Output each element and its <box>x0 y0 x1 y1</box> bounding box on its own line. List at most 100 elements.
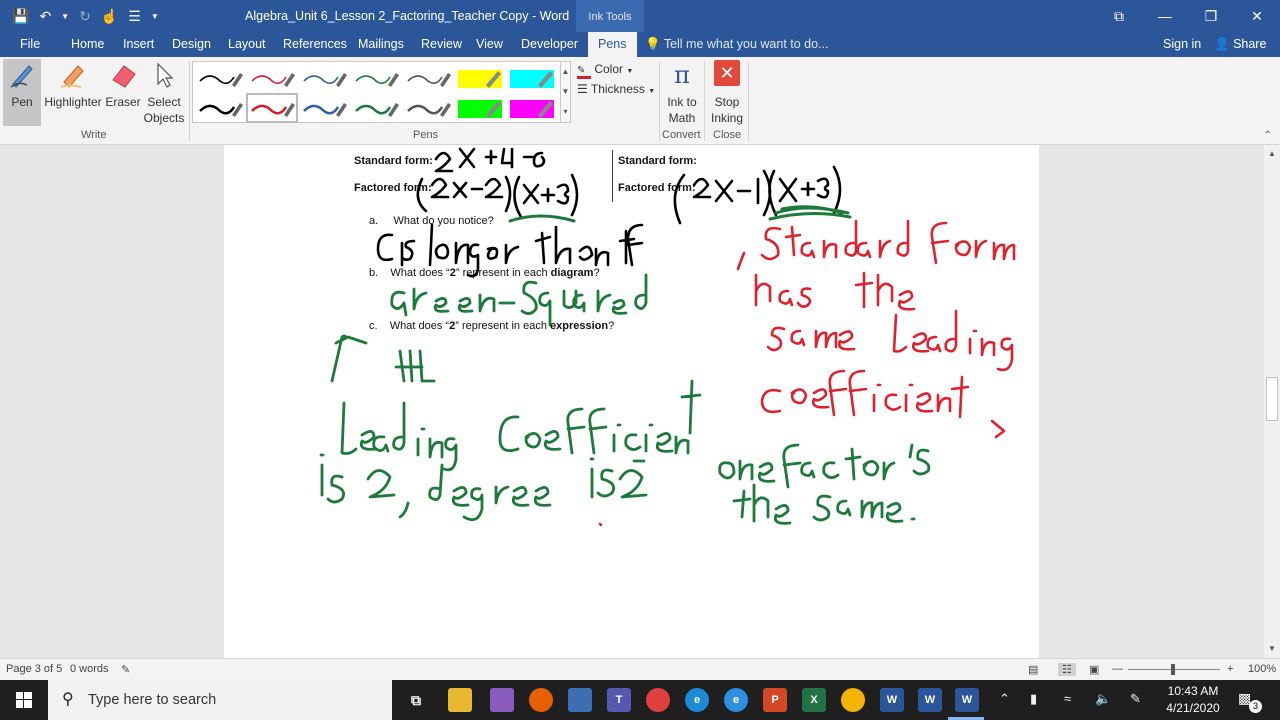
tab-layout[interactable]: Layout <box>228 32 266 57</box>
pen-stroke-icon <box>251 103 295 117</box>
proofing-icon[interactable]: ✎ <box>121 663 130 676</box>
share-button[interactable]: 👤 Share <box>1214 32 1266 57</box>
excel-icon[interactable]: X <box>802 688 826 712</box>
select-label-2: Objects <box>143 111 185 125</box>
ink-annotations[interactable] <box>224 145 1039 658</box>
scroll-up-icon[interactable]: ▲ <box>1264 147 1280 161</box>
firefox-icon[interactable] <box>529 688 553 712</box>
start-button[interactable] <box>0 680 48 720</box>
paint-icon[interactable] <box>490 688 514 712</box>
zoom-level[interactable]: 100% <box>1248 663 1276 675</box>
document-page[interactable]: Standard form: Factored form: Standard f… <box>224 145 1039 658</box>
pen-swatch[interactable] <box>246 93 298 123</box>
zoom-out-icon[interactable]: — <box>1112 663 1123 675</box>
web-layout-icon[interactable]: ▣ <box>1089 663 1099 676</box>
undo-dropdown-icon[interactable]: ▼ <box>61 12 69 21</box>
vertical-scrollbar[interactable]: ▲ ▼ <box>1264 145 1280 658</box>
volume-icon[interactable]: 🔈 <box>1095 691 1111 707</box>
list-icon[interactable]: ☰ <box>128 8 141 25</box>
thickness-button[interactable]: ☰ Thickness ▼ <box>577 82 655 96</box>
pen-stroke-icon <box>251 73 295 87</box>
color-button[interactable]: ✎ Color ▼ <box>577 62 633 79</box>
zoom-in-icon[interactable]: + <box>1227 663 1233 675</box>
pen-swatch[interactable] <box>404 95 452 121</box>
scroll-thumb[interactable] <box>1266 377 1278 421</box>
tab-review[interactable]: Review <box>421 32 462 57</box>
tab-pens[interactable]: Pens <box>588 32 637 57</box>
eraser-button[interactable]: Eraser <box>104 60 142 110</box>
word-icon-2[interactable]: W <box>918 688 942 712</box>
pen-workspace-icon[interactable]: ✎ <box>1130 691 1141 707</box>
restore-icon[interactable]: ❐ <box>1188 0 1234 32</box>
word-count[interactable]: 0 words <box>70 663 109 675</box>
document-area: Standard form: Factored form: Standard f… <box>0 145 1264 658</box>
chrome-icon[interactable] <box>841 688 865 712</box>
collapse-ribbon-icon[interactable]: ⌃ <box>1264 130 1272 141</box>
battery-icon[interactable]: ▮ <box>1030 691 1037 707</box>
pen-swatch[interactable] <box>404 65 452 91</box>
zoom-slider-thumb[interactable] <box>1171 664 1175 675</box>
calculator-icon[interactable] <box>568 688 592 712</box>
tab-developer[interactable]: Developer <box>521 32 578 57</box>
tab-mailings[interactable]: Mailings <box>358 32 404 57</box>
pen-swatch[interactable] <box>508 95 556 121</box>
redo-icon[interactable]: ↻ <box>79 8 91 25</box>
internet-explorer-icon[interactable]: e <box>724 688 748 712</box>
customize-qat-icon[interactable]: ▼ <box>151 12 159 21</box>
word-icon-active[interactable]: W <box>955 688 979 712</box>
tab-references[interactable]: References <box>283 32 347 57</box>
task-view-icon[interactable]: ⧉ <box>404 688 428 712</box>
touch-mode-icon[interactable]: ☝ <box>101 8 118 25</box>
tell-me-search[interactable]: 💡 Tell me what you want to do... <box>645 32 829 57</box>
tab-design[interactable]: Design <box>172 32 211 57</box>
system-clock[interactable]: 10:43 AM 4/21/2020 <box>1158 683 1228 717</box>
taskbar-search[interactable]: ⚲ Type here to search <box>48 680 392 720</box>
tab-insert[interactable]: Insert <box>123 32 154 57</box>
ribbon-display-options-icon[interactable]: ⧉ <box>1096 0 1142 32</box>
save-icon[interactable]: 💾 <box>12 8 29 25</box>
teams-icon[interactable]: T <box>607 688 631 712</box>
pen-swatch[interactable] <box>508 65 556 91</box>
ink-red-standard-form <box>736 219 1016 439</box>
pen-swatch[interactable] <box>352 95 400 121</box>
powerpoint-icon[interactable]: P <box>763 688 787 712</box>
file-explorer-icon[interactable] <box>448 688 472 712</box>
word-icon-1[interactable]: W <box>880 688 904 712</box>
highlighter-button[interactable]: Highlighter <box>43 60 103 110</box>
pen-swatch[interactable] <box>248 65 296 91</box>
pen-swatch[interactable] <box>196 65 244 91</box>
show-hidden-icons-icon[interactable]: ⌃ <box>999 691 1010 707</box>
tab-file[interactable]: File <box>20 32 40 57</box>
tab-view[interactable]: View <box>476 32 503 57</box>
pen-swatch[interactable] <box>300 65 348 91</box>
select-objects-button[interactable]: Select Objects <box>142 60 186 126</box>
highlighter-pen-icon <box>458 100 502 118</box>
sign-in-link[interactable]: Sign in <box>1163 32 1201 57</box>
minimize-icon[interactable]: — <box>1142 0 1188 32</box>
edge-icon[interactable]: e <box>685 688 709 712</box>
read-mode-icon[interactable]: ▤ <box>1028 663 1038 676</box>
ink-green-is-2-degree <box>319 453 648 522</box>
pen-swatch[interactable] <box>456 65 504 91</box>
stop-inking-label-2: Inking <box>710 111 744 125</box>
notification-count: 3 <box>1249 700 1262 713</box>
gallery-scroll[interactable]: ▲ ▼ ▾ <box>560 61 571 123</box>
print-layout-icon[interactable]: ☷ <box>1058 663 1076 676</box>
pi-icon: π <box>674 61 690 89</box>
screencast-icon[interactable] <box>646 688 670 712</box>
undo-icon[interactable]: ↶ <box>39 8 51 25</box>
pen-button[interactable]: Pen <box>3 60 41 110</box>
page-count[interactable]: Page 3 of 5 <box>6 663 62 675</box>
pen-swatch[interactable] <box>300 95 348 121</box>
ink-to-math-label-2: Math <box>668 111 696 125</box>
ink-to-math-button[interactable]: π Ink to Math <box>661 60 703 126</box>
scroll-down-icon[interactable]: ▼ <box>1264 642 1280 656</box>
stop-inking-button[interactable]: ✕ Stop Inking <box>706 60 748 126</box>
close-icon[interactable]: ✕ <box>1234 0 1280 32</box>
wifi-icon[interactable]: ≈ <box>1064 691 1071 706</box>
tab-home[interactable]: Home <box>71 32 104 57</box>
pen-swatch[interactable] <box>196 95 244 121</box>
pen-swatch[interactable] <box>456 95 504 121</box>
ribbon: Pen Highlighter Eraser Select Objects Wr… <box>0 57 1280 145</box>
pen-swatch[interactable] <box>352 65 400 91</box>
